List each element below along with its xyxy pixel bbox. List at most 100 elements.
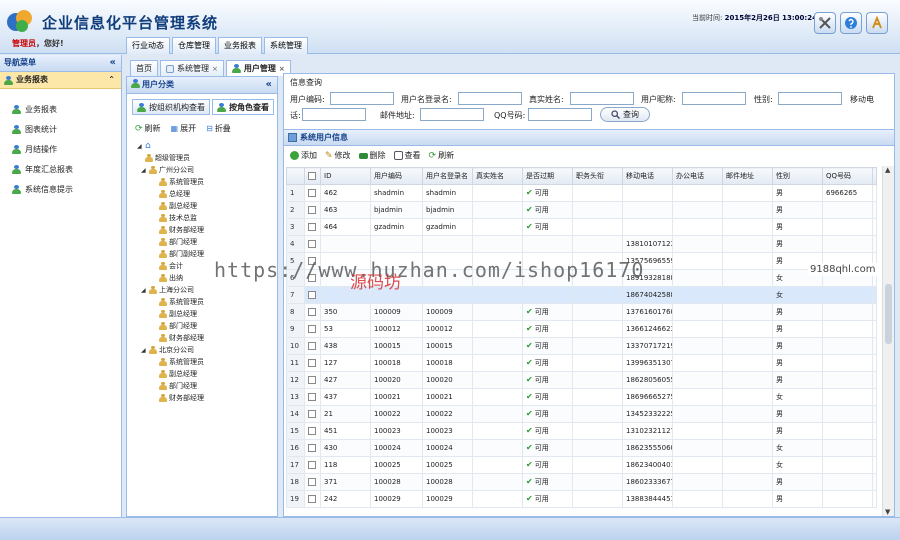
tree-node[interactable]: 财务部经理 [127,224,277,236]
column-header[interactable]: 真实姓名 [472,167,523,185]
table-row[interactable]: 11 127 100018 100018 ✔ 可用 13996351307 男 [286,354,877,372]
top-menu-item[interactable]: 系统管理 [264,37,308,54]
column-header[interactable]: 性别 [772,167,823,185]
logout-button[interactable] [866,12,888,34]
table-row[interactable]: 3 464 gzadmin gzadmin ✔ 可用男 [286,218,877,236]
edit-button[interactable]: ✎ 修改 [325,150,351,161]
tree-node[interactable]: 副总经理 [127,200,277,212]
delete-button[interactable]: 删除 [358,150,386,161]
checkbox-icon[interactable] [308,172,316,180]
tree-branch[interactable]: ◢ 上海分公司 [127,284,277,296]
qq-input[interactable] [528,108,592,121]
tree-node[interactable]: 财务部经理 [127,392,277,404]
checkbox-icon[interactable] [308,308,316,316]
row-checkbox-cell[interactable] [304,201,321,219]
table-row[interactable]: 19 242 100029 100029 ✔ 可用 13883844451 男 [286,490,877,508]
column-header[interactable]: ID [320,167,371,185]
checkbox-icon[interactable] [308,223,316,231]
view-button[interactable]: 查看 [393,150,421,161]
close-icon[interactable]: × [279,65,285,73]
checkbox-icon[interactable] [308,376,316,384]
refresh-button[interactable]: ⟳ 刷新 [429,150,455,161]
tree-refresh-button[interactable]: ⟳ 刷新 [135,123,161,134]
table-row[interactable]: 17 118 100025 100025 ✔ 可用 18623400401 女 [286,456,877,474]
row-checkbox-cell[interactable] [304,371,321,389]
real-name-input[interactable] [570,92,634,105]
tree-node[interactable]: 系统管理员 [127,356,277,368]
nav-group-header[interactable]: 业务报表 ⌃ [0,72,121,89]
scroll-thumb[interactable] [885,284,892,344]
checkbox-icon[interactable] [308,342,316,350]
table-row[interactable]: 4 13810107123 男 [286,235,877,253]
tree-node[interactable]: 副总经理 [127,308,277,320]
scroll-up-icon[interactable]: ▲ [885,166,890,174]
row-checkbox-cell[interactable] [304,184,321,202]
tree-node[interactable]: 技术总监 [127,212,277,224]
column-header[interactable]: 个 [872,167,877,185]
row-checkbox-cell[interactable] [304,422,321,440]
column-header[interactable]: 用户名登录名 [422,167,473,185]
nickname-input[interactable] [682,92,746,105]
column-header[interactable]: 用户编码 [370,167,423,185]
tab-user-management[interactable]: 用户管理 × [225,60,291,76]
column-header[interactable]: 邮件地址 [722,167,773,185]
tree-expand-button[interactable]: ▦ 展开 [171,123,197,134]
row-checkbox-cell[interactable] [304,473,321,491]
row-checkbox-cell[interactable] [304,405,321,423]
nav-item-chart-stats[interactable]: 图表统计 [0,119,121,139]
checkbox-icon[interactable] [308,189,316,197]
chevron-up-icon[interactable]: ⌃ [108,72,115,88]
nav-item-business-report[interactable]: 业务报表 [0,99,121,119]
tree-node[interactable]: 副总经理 [127,368,277,380]
tree-node[interactable]: 总经理 [127,188,277,200]
table-row[interactable]: 10 438 100015 100015 ✔ 可用 13370717219 男 [286,337,877,355]
checkbox-icon[interactable] [308,206,316,214]
tree-branch[interactable]: ◢ 北京分公司 [127,344,277,356]
nav-item-system-tips[interactable]: 系统信息提示 [0,179,121,199]
select-all-checkbox[interactable] [304,167,321,185]
row-checkbox-cell[interactable] [304,235,321,253]
row-checkbox-cell[interactable] [304,337,321,355]
tab-system-management[interactable]: 系统管理 × [160,60,224,76]
tree-collapse-button[interactable]: ⊟ 折叠 [206,123,231,134]
triangle-down-icon[interactable]: ◢ [137,143,143,150]
table-row[interactable]: 2 463 bjadmin bjadmin ✔ 可用男 [286,201,877,219]
tree-node[interactable]: 系统管理员 [127,296,277,308]
table-row[interactable]: 18 371 100028 100028 ✔ 可用 18602333677 男 [286,473,877,491]
table-row[interactable]: 16 430 100024 100024 ✔ 可用 18623555060 女 [286,439,877,457]
column-header[interactable]: 是否过期 [522,167,573,185]
row-checkbox-cell[interactable] [304,439,321,457]
tree-root[interactable]: ◢ ⌂ [127,140,277,152]
tree-node[interactable]: 财务部经理 [127,332,277,344]
tree-node[interactable]: 部门经理 [127,320,277,332]
add-button[interactable]: 添加 [290,150,317,161]
column-header[interactable] [286,167,305,185]
email-input[interactable] [420,108,484,121]
row-checkbox-cell[interactable] [304,490,321,508]
column-header[interactable]: 办公电话 [672,167,723,185]
collapse-left-icon[interactable]: « [266,77,272,93]
column-header[interactable]: QQ号码 [822,167,873,185]
tree-node[interactable]: 超级管理员 [127,152,277,164]
top-menu-item[interactable]: 行业动态 [126,37,170,54]
nav-item-annual-summary[interactable]: 年度汇总报表 [0,159,121,179]
tree-node[interactable]: 部门经理 [127,236,277,248]
table-row[interactable]: 1 462 shadmin shadmin ✔ 可用男 6966265 [286,184,877,202]
checkbox-icon[interactable] [308,427,316,435]
checkbox-icon[interactable] [308,444,316,452]
checkbox-icon[interactable] [308,461,316,469]
top-menu-item[interactable]: 业务报表 [218,37,262,54]
tab-by-organization[interactable]: 按组织机构查看 [132,99,210,115]
checkbox-icon[interactable] [308,495,316,503]
table-row[interactable]: 14 21 100022 100022 ✔ 可用 13452332225 男 [286,405,877,423]
checkbox-icon[interactable] [308,325,316,333]
table-row[interactable]: 9 53 100012 100012 ✔ 可用 13661246623 男 [286,320,877,338]
table-row[interactable]: 13 437 100021 100021 ✔ 可用 18696665275 女 [286,388,877,406]
column-header[interactable]: 移动电话 [622,167,673,185]
login-name-input[interactable] [458,92,522,105]
tools-button[interactable] [814,12,836,34]
tree-node[interactable]: 部门经理 [127,380,277,392]
checkbox-icon[interactable] [308,410,316,418]
scroll-down-icon[interactable]: ▼ [885,508,890,516]
checkbox-icon[interactable] [308,291,316,299]
